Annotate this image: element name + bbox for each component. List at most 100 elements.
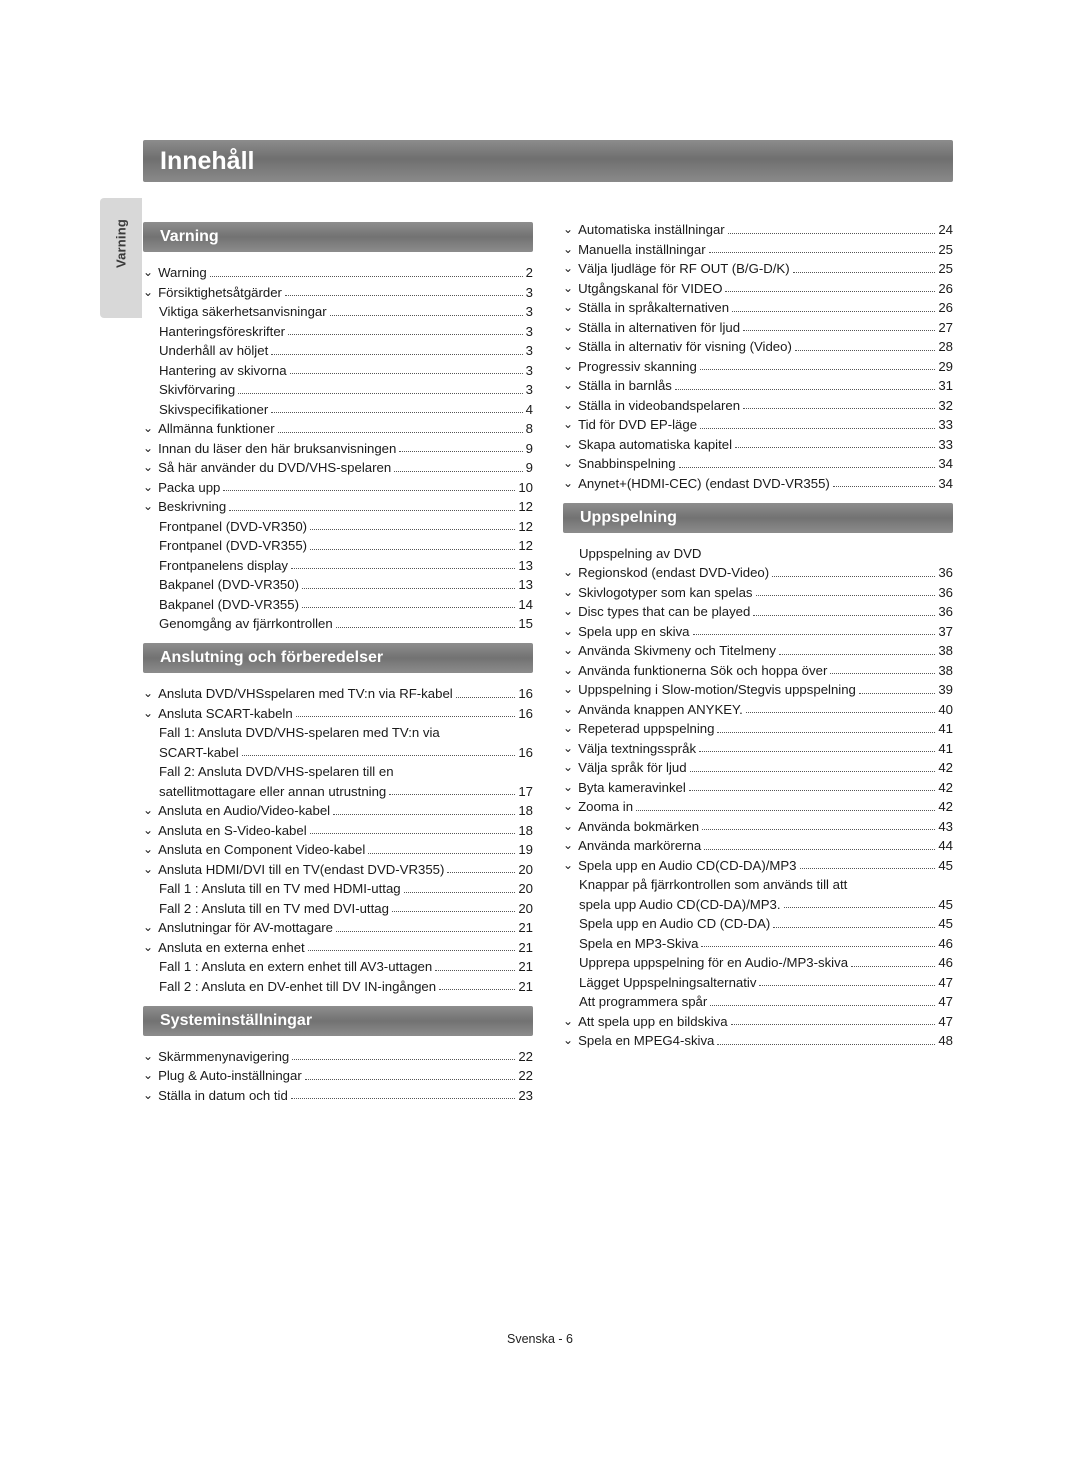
toc-entry[interactable]: Frontpanel (DVD-VR350) 12	[143, 519, 533, 534]
toc-entry[interactable]: Lägget Uppspelningsalternativ 47	[563, 975, 953, 990]
toc-entry[interactable]: spela upp Audio CD(CD-DA)/MP3. 45	[563, 897, 953, 912]
dot-leader	[778, 653, 936, 655]
dot-leader	[732, 310, 936, 312]
toc-entry[interactable]: Genomgång av fjärrkontrollen 15	[143, 616, 533, 631]
toc-entry[interactable]: ⌄ Repeterad uppspelning 41	[563, 721, 953, 736]
toc-entry-label: Skärmmenynavigering	[158, 1048, 290, 1064]
toc-entry[interactable]: ⌄ Zooma in 42	[563, 799, 953, 814]
toc-entry[interactable]: ⌄ Så här använder du DVD/VHS-spelaren 9	[143, 460, 533, 475]
toc-entry[interactable]: ⌄ Innan du läser den här bruksanvisningen…	[143, 441, 533, 456]
toc-entry[interactable]: ⌄ Spela upp en skiva 37	[563, 624, 953, 639]
toc-entry[interactable]: ⌄ Använda bokmärken 43	[563, 819, 953, 834]
toc-entry[interactable]: SCART-kabel 16	[143, 745, 533, 760]
toc-entry[interactable]: ⌄ Warning 2	[143, 265, 533, 280]
toc-entry[interactable]: ⌄ Välja ljudläge för RF OUT (B/G-D/K) 25	[563, 261, 953, 276]
toc-entry[interactable]: ⌄ Packa upp 10	[143, 480, 533, 495]
toc-entry[interactable]: ⌄ Skivlogotyper som kan spelas 36	[563, 585, 953, 600]
toc-entry[interactable]: Frontpanel (DVD-VR355) 12	[143, 538, 533, 553]
toc-entry[interactable]: Att programmera spår 47	[563, 994, 953, 1009]
toc-entry[interactable]: ⌄ Manuella inställningar 25	[563, 242, 953, 257]
toc-entry[interactable]: ⌄ Använda funktionerna Sök och hoppa över…	[563, 663, 953, 678]
toc-entry[interactable]: Spela upp en Audio CD (CD-DA) 45	[563, 916, 953, 931]
toc-entry[interactable]: Hanteringsföreskrifter 3	[143, 324, 533, 339]
dot-leader	[674, 388, 936, 390]
toc-entry[interactable]: ⌄ Att spela upp en bildskiva 47	[563, 1014, 953, 1029]
toc-entry[interactable]: ⌄ Ansluta en S-Video-kabel 18	[143, 823, 533, 838]
toc-entry[interactable]: ⌄ Plug & Auto-inställningar 22	[143, 1068, 533, 1083]
toc-entry[interactable]: ⌄ Tid för DVD EP-läge 33	[563, 417, 953, 432]
toc-entry[interactable]: ⌄ Försiktighetsåtgärder 3	[143, 285, 533, 300]
toc-entry[interactable]: Viktiga säkerhetsanvisningar 3	[143, 304, 533, 319]
toc-entry-label: Packa upp	[158, 479, 221, 495]
toc-entry[interactable]: ⌄ Välja språk för ljud 42	[563, 760, 953, 775]
toc-entry[interactable]: ⌄ Regionskod (endast DVD-Video) 36	[563, 565, 953, 580]
dot-leader	[636, 809, 936, 811]
toc-entry[interactable]: ⌄ Ställa in barnlås 31	[563, 378, 953, 393]
toc-entry[interactable]: Upprepa uppspelning för en Audio-/MP3-sk…	[563, 955, 953, 970]
toc-entry[interactable]: Frontpanelens display 13	[143, 558, 533, 573]
side-tab-varning: Varning	[100, 198, 142, 318]
dot-leader	[701, 945, 936, 947]
toc-entry[interactable]: ⌄ Skärmmenynavigering 22	[143, 1049, 533, 1064]
toc-entry[interactable]: Fall 1 : Ansluta en extern enhet till AV…	[143, 959, 533, 974]
toc-entry[interactable]: satellitmottagare eller annan utrustning…	[143, 784, 533, 799]
toc-entry[interactable]: ⌄ Välja textningsspråk 41	[563, 741, 953, 756]
toc-entry[interactable]: Bakpanel (DVD-VR355) 14	[143, 597, 533, 612]
toc-entry[interactable]: ⌄ Ansluta en Component Video-kabel 19	[143, 842, 533, 857]
toc-entry-label: Hantering av skivorna	[159, 362, 287, 378]
toc-entry-label: Bakpanel (DVD-VR355)	[159, 596, 299, 612]
toc-entry[interactable]: ⌄ Spela en MPEG4-skiva 48	[563, 1033, 953, 1048]
toc-entry-label: Beskrivning	[158, 499, 227, 514]
toc-entry[interactable]: Spela en MP3-Skiva 46	[563, 936, 953, 951]
dot-leader	[307, 949, 516, 951]
dot-leader	[223, 489, 516, 491]
toc-entry[interactable]: ⌄ Ansluta DVD/VHSspelaren med TV:n via RF…	[143, 686, 533, 701]
dot-leader	[832, 485, 936, 487]
toc-entry[interactable]: Underhåll av höljet 3	[143, 343, 533, 358]
dot-leader	[389, 793, 516, 795]
toc-entry[interactable]: ⌄ Snabbinspelning 34	[563, 456, 953, 471]
dot-leader	[794, 349, 936, 351]
toc-entry[interactable]: ⌄ Ställa in datum och tid 23	[143, 1088, 533, 1103]
toc-entry[interactable]: ⌄ Utgångskanal för VIDEO 26	[563, 281, 953, 296]
toc-entry[interactable]: ⌄ Byta kameravinkel 42	[563, 780, 953, 795]
toc-entry[interactable]: Bakpanel (DVD-VR350) 13	[143, 577, 533, 592]
toc-entry[interactable]: Fall 2 : Ansluta en DV-enhet till DV IN-…	[143, 979, 533, 994]
toc-entry[interactable]: ⌄ Ställa in språkalternativen 26	[563, 300, 953, 315]
dot-leader	[700, 427, 936, 429]
toc-entry[interactable]: ⌄ Ställa in alternativen för ljud 27	[563, 320, 953, 335]
toc-list-uppspelning: Uppspelning av DVD ⌄ Regionskod (endast DV…	[563, 546, 953, 1049]
toc-entry[interactable]: ⌄ Beskrivning 12	[143, 499, 533, 514]
toc-entry[interactable]: Skivförvaring 3	[143, 382, 533, 397]
toc-entry[interactable]: ⌄ Automatiska inställningar 24	[563, 222, 953, 237]
toc-entry-page: 39	[938, 682, 953, 697]
toc-entry[interactable]: ⌄ Ansluta en Audio/Video-kabel 18	[143, 803, 533, 818]
toc-entry[interactable]: ⌄ Ställa in videobandspelaren 32	[563, 398, 953, 413]
toc-entry-label: Ansluta SCART-kabeln	[158, 705, 293, 721]
toc-entry-page: 34	[938, 475, 953, 491]
toc-entry[interactable]: ⌄ Anynet+(HDMI-CEC) (endast DVD-VR355) 34	[563, 476, 953, 491]
toc-entry[interactable]: ⌄ Progressiv skanning 29	[563, 359, 953, 374]
toc-entry[interactable]: ⌄ Ställa in alternativ för visning (Video…	[563, 339, 953, 354]
toc-entry[interactable]: ⌄ Spela upp en Audio CD(CD-DA)/MP3 45	[563, 858, 953, 873]
toc-entry[interactable]: ⌄ Skapa automatiska kapitel 33	[563, 437, 953, 452]
toc-entry[interactable]: ⌄ Använda markörerna 44	[563, 838, 953, 853]
toc-entry[interactable]: ⌄ Ansluta SCART-kabeln 16	[143, 706, 533, 721]
toc-entry[interactable]: ⌄ Använda Skivmeny och Titelmeny 38	[563, 643, 953, 658]
toc-entry[interactable]: Uppspelning av DVD	[563, 546, 953, 561]
toc-entry[interactable]: ⌄ Anslutningar för AV-mottagare 21	[143, 920, 533, 935]
toc-entry[interactable]: ⌄ Disc types that can be played 36	[563, 604, 953, 619]
toc-entry-wrap: Knappar på fjärrkontrollen som används t…	[579, 877, 848, 892]
toc-entry[interactable]: ⌄ Ansluta en externa enhet 21	[143, 940, 533, 955]
toc-entry[interactable]: Hantering av skivorna 3	[143, 363, 533, 378]
toc-entry[interactable]: ⌄ Ansluta HDMI/DVI till en TV(endast DVD-…	[143, 862, 533, 877]
toc-entry-page: 47	[938, 1013, 953, 1029]
toc-entry[interactable]: ⌄ Använda knappen ANYKEY. 40	[563, 702, 953, 717]
toc-entry[interactable]: ⌄ Uppspelning i Slow-motion/Stegvis uppsp…	[563, 682, 953, 697]
toc-entry[interactable]: Fall 2 : Ansluta till en TV med DVI-utta…	[143, 901, 533, 916]
toc-entry[interactable]: ⌄ Allmänna funktioner 8	[143, 421, 533, 436]
toc-entry-label: Ställa in språkalternativen	[578, 300, 730, 315]
bullet-icon: ⌄	[563, 760, 574, 774]
toc-entry[interactable]: Fall 1 : Ansluta till en TV med HDMI-utt…	[143, 881, 533, 896]
toc-entry[interactable]: Skivspecifikationer 4	[143, 402, 533, 417]
